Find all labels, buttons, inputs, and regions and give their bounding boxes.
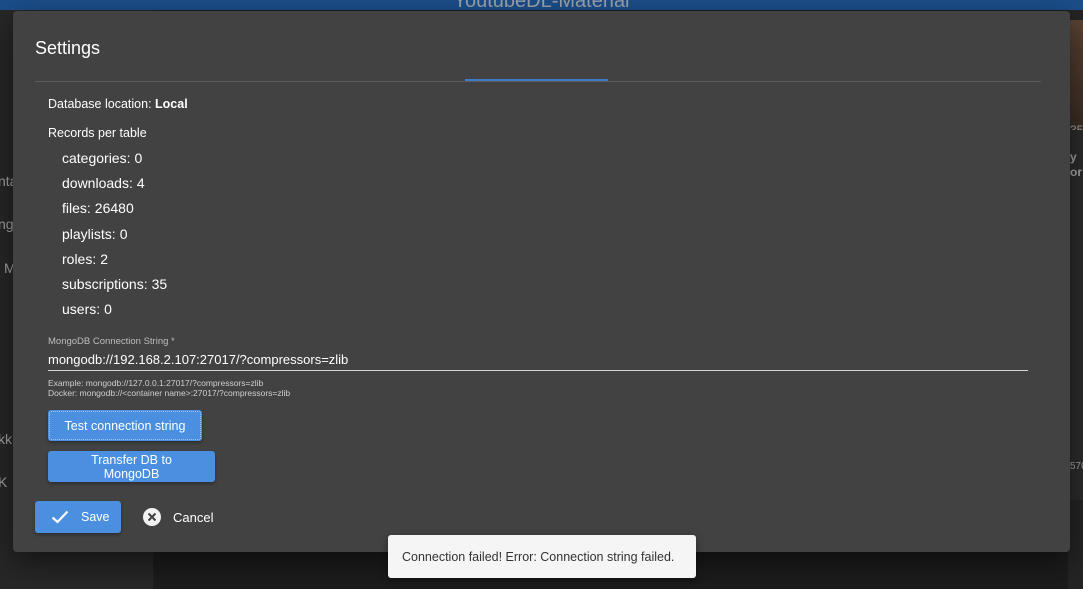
dialog-title: Settings — [35, 38, 101, 58]
checkmark-icon — [51, 510, 69, 524]
table-count: 0 — [119, 225, 128, 242]
error-snackbar: Connection failed! Error: Connection str… — [388, 535, 696, 578]
cancel-button-label: Cancel — [173, 509, 214, 525]
table-count: 0 — [104, 301, 112, 318]
database-location: Database location: Local — [48, 97, 188, 111]
records-list: categories: 0 downloads: 4 files: 26480 pla… — [62, 150, 167, 326]
table-count: 0 — [134, 150, 143, 166]
table-name: categories: — [62, 150, 131, 166]
records-per-table-heading: Records per table — [48, 126, 147, 140]
database-location-value: Local — [155, 97, 188, 111]
transfer-db-button[interactable]: Transfer DB to MongoDB — [48, 451, 215, 482]
list-item: subscriptions: 35 — [62, 276, 167, 301]
test-connection-button[interactable]: Test connection string — [48, 410, 202, 441]
list-item: files: 26480 — [62, 200, 167, 225]
table-count: 35 — [151, 275, 168, 292]
cancel-button[interactable]: Cancel — [143, 504, 213, 530]
active-tab-indicator[interactable] — [465, 79, 608, 81]
connection-hint-docker: Docker: mongodb://<container name>:27017… — [48, 388, 291, 398]
table-name: subscriptions: — [62, 275, 148, 292]
table-count: 2 — [100, 250, 109, 267]
database-location-label: Database location: — [48, 97, 152, 111]
cancel-icon — [143, 508, 161, 526]
connection-hint-example: Example: mongodb://127.0.0.1:27017/?comp… — [48, 378, 264, 388]
connection-string-label: MongoDB Connection String * — [48, 336, 175, 347]
table-name: users: — [62, 301, 101, 318]
table-count: 4 — [136, 175, 145, 192]
table-count: 26480 — [94, 200, 134, 217]
list-item: roles: 2 — [62, 251, 167, 276]
snackbar-message: Connection failed! Error: Connection str… — [402, 549, 675, 564]
settings-dialog: Settings Database location: Local Record… — [13, 11, 1070, 552]
connection-string-input[interactable] — [48, 349, 1028, 371]
table-name: files: — [62, 200, 91, 217]
table-name: downloads: — [62, 175, 133, 192]
list-item: playlists: 0 — [62, 226, 167, 251]
table-name: roles: — [62, 250, 97, 267]
tab-divider — [35, 81, 1041, 82]
list-item: categories: 0 — [62, 150, 167, 175]
table-name: playlists: — [62, 225, 116, 242]
save-button[interactable]: Save — [35, 501, 121, 533]
save-button-label: Save — [81, 510, 110, 524]
list-item: users: 0 — [62, 301, 167, 326]
list-item: downloads: 4 — [62, 175, 167, 200]
